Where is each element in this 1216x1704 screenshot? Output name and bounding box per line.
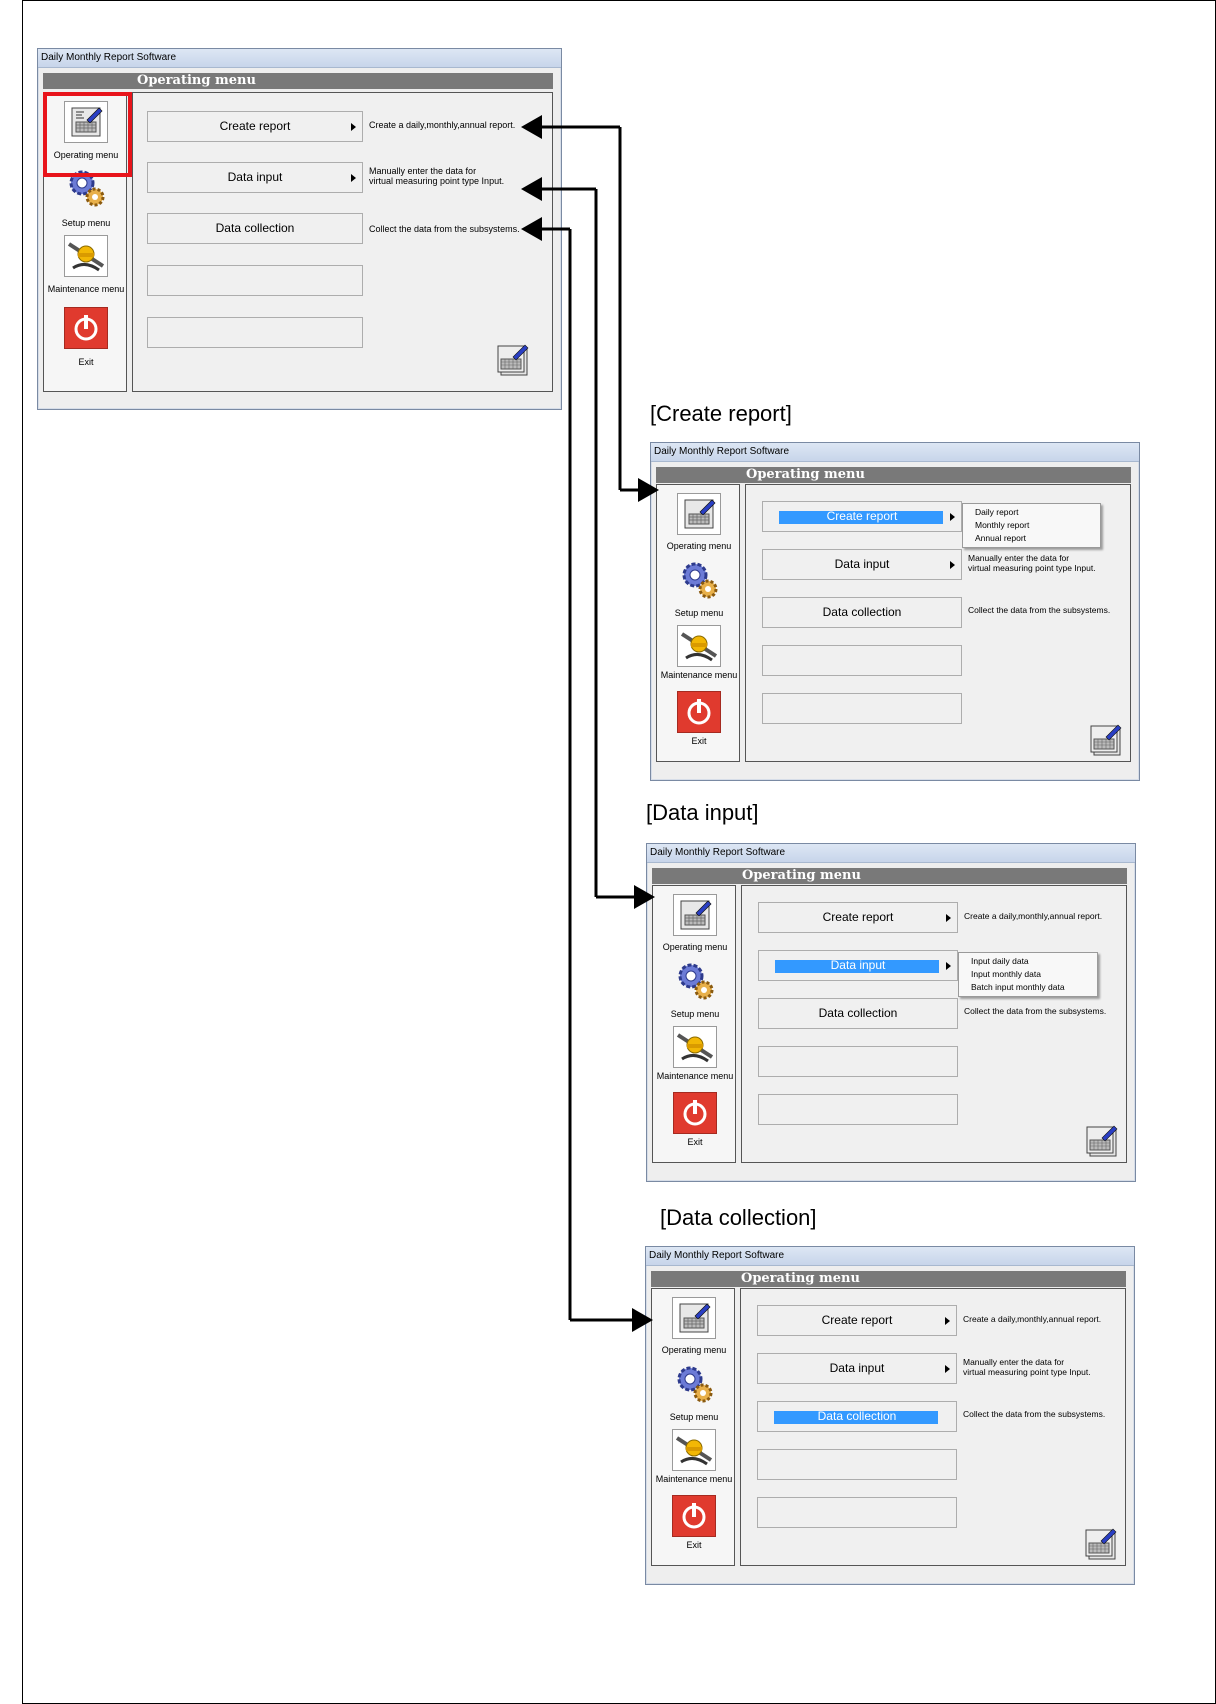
connector-arrows bbox=[521, 115, 659, 1332]
